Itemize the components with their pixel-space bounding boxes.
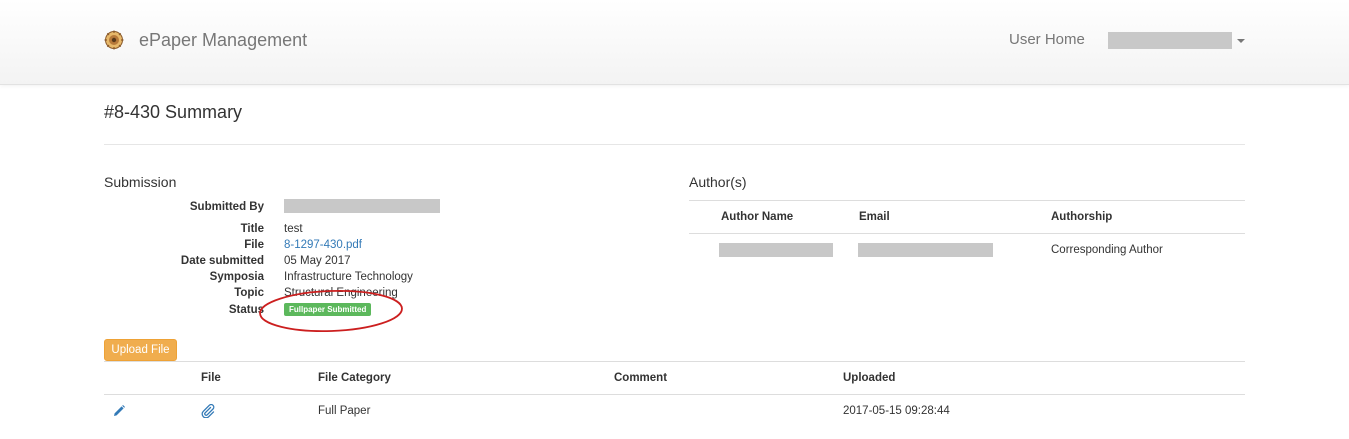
- column-header: Uploaded: [843, 372, 896, 384]
- field-label: Symposia: [209, 271, 264, 283]
- pencil-icon[interactable]: [112, 404, 126, 418]
- table-row: Full Paper 2017-05-15 09:28:44: [104, 395, 1245, 428]
- field-topic: Topic Structural Engineering: [104, 287, 664, 303]
- user-menu-dropdown[interactable]: [1108, 32, 1245, 49]
- redacted-submitter: [284, 199, 440, 213]
- brand-title: ePaper Management: [139, 29, 308, 50]
- redacted-username: [1108, 32, 1232, 49]
- field-label: Topic: [234, 287, 264, 299]
- field-label: Date submitted: [180, 255, 264, 267]
- column-header: Author Name: [721, 211, 794, 223]
- field-symposia: Symposia Infrastructure Technology: [104, 271, 664, 287]
- field-value: Infrastructure Technology: [284, 271, 413, 283]
- column-header: Email: [859, 211, 890, 223]
- authors-heading: Author(s): [689, 174, 747, 190]
- files-table-header: File File Category Comment Uploaded: [104, 362, 1245, 395]
- field-title: Title test: [104, 223, 664, 239]
- authors-table-header: Author Name Email Authorship: [689, 201, 1245, 234]
- authors-table: Author Name Email Authorship Correspondi…: [689, 200, 1245, 268]
- file-download-link[interactable]: 8-1297-430.pdf: [284, 239, 362, 251]
- submission-heading: Submission: [104, 174, 177, 190]
- paperclip-icon[interactable]: [201, 403, 215, 419]
- field-value: [284, 199, 440, 218]
- field-submitted-by: Submitted By: [104, 199, 664, 218]
- status-badge: Fullpaper Submitted: [284, 303, 372, 316]
- column-header: Comment: [614, 372, 668, 384]
- page-title: #8-430 Summary: [104, 102, 243, 122]
- redacted-author-name: [719, 243, 833, 257]
- table-row: Corresponding Author: [689, 234, 1245, 268]
- file-category-value: Full Paper: [318, 405, 371, 417]
- upload-file-button[interactable]: Upload File: [104, 339, 177, 361]
- field-label: Submitted By: [189, 201, 264, 213]
- brand-link[interactable]: ePaper Management: [104, 29, 307, 51]
- redacted-author-email: [858, 243, 993, 257]
- divider: [104, 144, 1245, 145]
- field-value: Structural Engineering: [284, 287, 398, 299]
- files-table: File File Category Comment Uploaded Full…: [104, 361, 1245, 428]
- field-value: 05 May 2017: [284, 255, 351, 267]
- field-label: File: [244, 239, 264, 251]
- navbar: ePaper Management User Home: [0, 0, 1349, 85]
- field-value: 8-1297-430.pdf: [284, 239, 362, 251]
- column-header: Authorship: [1051, 211, 1113, 223]
- field-label: Status: [228, 304, 264, 316]
- field-file: File 8-1297-430.pdf: [104, 239, 664, 255]
- uploaded-value: 2017-05-15 09:28:44: [843, 405, 950, 417]
- field-status: Status Fullpaper Submitted: [104, 303, 664, 320]
- sun-seal-logo-icon: [104, 30, 124, 50]
- user-home-link[interactable]: User Home: [1009, 31, 1085, 48]
- caret-down-icon: [1237, 38, 1245, 43]
- field-label: Title: [240, 223, 264, 235]
- field-value: test: [284, 223, 303, 235]
- column-header: File Category: [318, 372, 391, 384]
- field-date-submitted: Date submitted 05 May 2017: [104, 255, 664, 271]
- field-value: Fullpaper Submitted: [284, 303, 372, 317]
- column-header: File: [201, 372, 221, 384]
- authorship-value: Corresponding Author: [1051, 244, 1163, 256]
